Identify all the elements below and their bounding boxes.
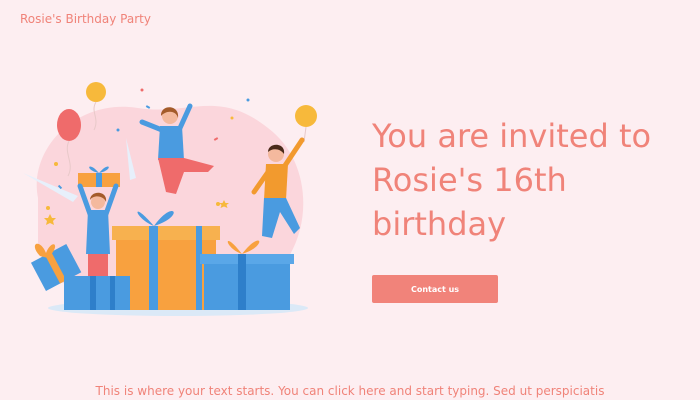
- big-gift-lid: [112, 226, 220, 240]
- confetti: [54, 162, 58, 166]
- yellow-balloon: [86, 82, 106, 102]
- birthday-party-illustration: [23, 82, 317, 316]
- contact-us-button[interactable]: Contact us: [372, 275, 498, 303]
- blue-gift-lid: [200, 254, 294, 264]
- gift-ribbon: [96, 173, 102, 187]
- confetti: [116, 128, 120, 132]
- blue-gift: [204, 260, 290, 310]
- person-torso: [86, 210, 110, 254]
- gift-ribbon: [196, 226, 202, 310]
- site-title-link[interactable]: Rosie's Birthday Party: [20, 12, 151, 26]
- confetti: [216, 202, 220, 206]
- confetti: [46, 206, 50, 210]
- person-torso: [264, 164, 288, 200]
- confetti: [246, 98, 250, 102]
- gift-ribbon: [90, 276, 96, 310]
- red-balloon: [57, 109, 81, 141]
- invitation-headline: You are invited to Rosie's 16th birthday: [372, 117, 652, 243]
- gift-ribbon: [110, 276, 115, 310]
- page: Rosie's Birthday Party You are invited t…: [0, 0, 700, 400]
- person-legs: [88, 254, 108, 278]
- confetti: [145, 105, 151, 109]
- body-text-field[interactable]: This is where your text starts. You can …: [0, 384, 700, 398]
- confetti: [230, 116, 234, 120]
- blue-gift: [64, 276, 130, 310]
- yellow-balloon: [295, 105, 317, 127]
- gift-ribbon: [238, 254, 246, 310]
- confetti: [140, 88, 144, 92]
- person-torso: [158, 126, 184, 160]
- gift-ribbon: [149, 226, 158, 310]
